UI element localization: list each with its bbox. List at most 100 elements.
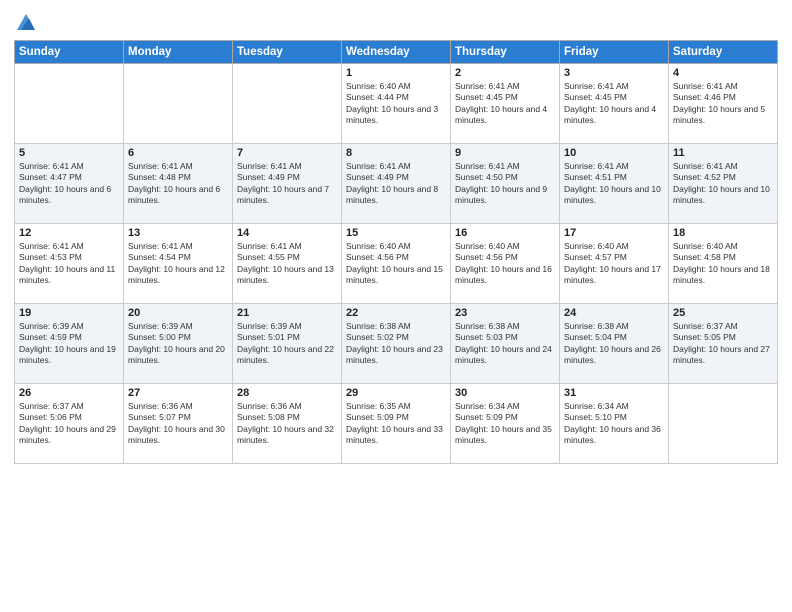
- calendar-cell: 29 Sunrise: 6:35 AM Sunset: 5:09 PM Dayli…: [342, 384, 451, 464]
- day-number: 3: [564, 67, 664, 79]
- day-number: 25: [673, 307, 773, 319]
- day-number: 12: [19, 227, 119, 239]
- calendar-cell: 7Sunrise: 6:41 AM Sunset: 4:49 PM Daylig…: [233, 144, 342, 224]
- cell-info: Sunrise: 6:41 AM Sunset: 4:46 PM Dayligh…: [673, 81, 773, 127]
- cell-info: Sunrise: 6:34 AM Sunset: 5:10 PM Dayligh…: [564, 401, 664, 447]
- day-number: 22: [346, 307, 446, 319]
- calendar-week-row: 26Sunrise: 6:37 AM Sunset: 5:06 PM Dayli…: [15, 384, 778, 464]
- day-number: 17: [564, 227, 664, 239]
- calendar-cell: 30 Sunrise: 6:34 AM Sunset: 5:09 PM Dayli…: [451, 384, 560, 464]
- cell-info: Sunrise: 6:41 AM Sunset: 4:53 PM Dayligh…: [19, 241, 119, 287]
- cell-info: Sunrise: 6:38 AM Sunset: 5:03 PM Dayligh…: [455, 321, 555, 367]
- calendar-cell: 21 Sunrise: 6:39 AM Sunset: 5:01 PM Dayli…: [233, 304, 342, 384]
- calendar-cell: 27Sunrise: 6:36 AM Sunset: 5:07 PM Dayli…: [124, 384, 233, 464]
- day-number: 2: [455, 67, 555, 79]
- logo-icon: [15, 12, 37, 32]
- day-number: 31: [564, 387, 664, 399]
- cell-info: Sunrise: 6:36 AM Sunset: 5:08 PM Dayligh…: [237, 401, 337, 447]
- cell-info: Sunrise: 6:39 AM Sunset: 4:59 PM Dayligh…: [19, 321, 119, 367]
- cell-info: Sunrise: 6:40 AM Sunset: 4:57 PM Dayligh…: [564, 241, 664, 287]
- day-number: 18: [673, 227, 773, 239]
- calendar-cell: 22 Sunrise: 6:38 AM Sunset: 5:02 PM Dayli…: [342, 304, 451, 384]
- day-number: 6: [128, 147, 228, 159]
- cell-info: Sunrise: 6:38 AM Sunset: 5:02 PM Dayligh…: [346, 321, 446, 367]
- day-number: 15: [346, 227, 446, 239]
- calendar-cell: 14 Sunrise: 6:41 AM Sunset: 4:55 PM Dayli…: [233, 224, 342, 304]
- day-number: 26: [19, 387, 119, 399]
- calendar-header-wednesday: Wednesday: [342, 41, 451, 64]
- day-number: 24: [564, 307, 664, 319]
- day-number: 10: [564, 147, 664, 159]
- calendar-cell: 19 Sunrise: 6:39 AM Sunset: 4:59 PM Dayli…: [15, 304, 124, 384]
- cell-info: Sunrise: 6:40 AM Sunset: 4:56 PM Dayligh…: [346, 241, 446, 287]
- day-number: 11: [673, 147, 773, 159]
- calendar-cell: 6 Sunrise: 6:41 AM Sunset: 4:48 PM Daylig…: [124, 144, 233, 224]
- day-number: 13: [128, 227, 228, 239]
- day-number: 21: [237, 307, 337, 319]
- cell-info: Sunrise: 6:41 AM Sunset: 4:47 PM Dayligh…: [19, 161, 119, 207]
- calendar-cell: 16 Sunrise: 6:40 AM Sunset: 4:56 PM Dayli…: [451, 224, 560, 304]
- day-number: 23: [455, 307, 555, 319]
- calendar-header-monday: Monday: [124, 41, 233, 64]
- day-number: 27: [128, 387, 228, 399]
- calendar-cell: 3Sunrise: 6:41 AM Sunset: 4:45 PM Daylig…: [560, 64, 669, 144]
- calendar-cell: 26Sunrise: 6:37 AM Sunset: 5:06 PM Dayli…: [15, 384, 124, 464]
- day-number: 14: [237, 227, 337, 239]
- cell-info: Sunrise: 6:41 AM Sunset: 4:49 PM Dayligh…: [346, 161, 446, 207]
- logo: [14, 14, 37, 32]
- cell-info: Sunrise: 6:34 AM Sunset: 5:09 PM Dayligh…: [455, 401, 555, 447]
- cell-info: Sunrise: 6:41 AM Sunset: 4:45 PM Dayligh…: [455, 81, 555, 127]
- calendar-cell: 10 Sunrise: 6:41 AM Sunset: 4:51 PM Dayli…: [560, 144, 669, 224]
- calendar-cell: 20Sunrise: 6:39 AM Sunset: 5:00 PM Dayli…: [124, 304, 233, 384]
- day-number: 5: [19, 147, 119, 159]
- cell-info: Sunrise: 6:40 AM Sunset: 4:44 PM Dayligh…: [346, 81, 446, 127]
- header: [14, 10, 778, 32]
- calendar-cell: 9 Sunrise: 6:41 AM Sunset: 4:50 PM Daylig…: [451, 144, 560, 224]
- calendar-week-row: 5 Sunrise: 6:41 AM Sunset: 4:47 PM Daylig…: [15, 144, 778, 224]
- calendar-cell: 24Sunrise: 6:38 AM Sunset: 5:04 PM Dayli…: [560, 304, 669, 384]
- calendar-cell: 17 Sunrise: 6:40 AM Sunset: 4:57 PM Dayli…: [560, 224, 669, 304]
- cell-info: Sunrise: 6:41 AM Sunset: 4:50 PM Dayligh…: [455, 161, 555, 207]
- calendar-week-row: 12 Sunrise: 6:41 AM Sunset: 4:53 PM Dayli…: [15, 224, 778, 304]
- calendar-cell: 4Sunrise: 6:41 AM Sunset: 4:46 PM Daylig…: [669, 64, 778, 144]
- calendar-cell: 18 Sunrise: 6:40 AM Sunset: 4:58 PM Dayli…: [669, 224, 778, 304]
- calendar-cell: 13 Sunrise: 6:41 AM Sunset: 4:54 PM Dayli…: [124, 224, 233, 304]
- calendar-header-sunday: Sunday: [15, 41, 124, 64]
- cell-info: Sunrise: 6:41 AM Sunset: 4:54 PM Dayligh…: [128, 241, 228, 287]
- calendar-cell: 8 Sunrise: 6:41 AM Sunset: 4:49 PM Daylig…: [342, 144, 451, 224]
- calendar-cell: 15 Sunrise: 6:40 AM Sunset: 4:56 PM Dayli…: [342, 224, 451, 304]
- day-number: 20: [128, 307, 228, 319]
- calendar-header-tuesday: Tuesday: [233, 41, 342, 64]
- day-number: 1: [346, 67, 446, 79]
- calendar-cell: [124, 64, 233, 144]
- cell-info: Sunrise: 6:40 AM Sunset: 4:56 PM Dayligh…: [455, 241, 555, 287]
- calendar-cell: 31 Sunrise: 6:34 AM Sunset: 5:10 PM Dayli…: [560, 384, 669, 464]
- calendar-week-row: 1 Sunrise: 6:40 AM Sunset: 4:44 PM Daylig…: [15, 64, 778, 144]
- cell-info: Sunrise: 6:41 AM Sunset: 4:51 PM Dayligh…: [564, 161, 664, 207]
- calendar-cell: 5 Sunrise: 6:41 AM Sunset: 4:47 PM Daylig…: [15, 144, 124, 224]
- cell-info: Sunrise: 6:40 AM Sunset: 4:58 PM Dayligh…: [673, 241, 773, 287]
- calendar-cell: [233, 64, 342, 144]
- cell-info: Sunrise: 6:41 AM Sunset: 4:55 PM Dayligh…: [237, 241, 337, 287]
- cell-info: Sunrise: 6:39 AM Sunset: 5:01 PM Dayligh…: [237, 321, 337, 367]
- calendar-cell: [669, 384, 778, 464]
- day-number: 30: [455, 387, 555, 399]
- day-number: 19: [19, 307, 119, 319]
- day-number: 16: [455, 227, 555, 239]
- day-number: 9: [455, 147, 555, 159]
- calendar-cell: 1 Sunrise: 6:40 AM Sunset: 4:44 PM Daylig…: [342, 64, 451, 144]
- day-number: 7: [237, 147, 337, 159]
- cell-info: Sunrise: 6:41 AM Sunset: 4:52 PM Dayligh…: [673, 161, 773, 207]
- calendar-cell: 28Sunrise: 6:36 AM Sunset: 5:08 PM Dayli…: [233, 384, 342, 464]
- calendar-cell: [15, 64, 124, 144]
- day-number: 8: [346, 147, 446, 159]
- cell-info: Sunrise: 6:41 AM Sunset: 4:48 PM Dayligh…: [128, 161, 228, 207]
- cell-info: Sunrise: 6:37 AM Sunset: 5:05 PM Dayligh…: [673, 321, 773, 367]
- calendar-cell: 11 Sunrise: 6:41 AM Sunset: 4:52 PM Dayli…: [669, 144, 778, 224]
- day-number: 29: [346, 387, 446, 399]
- cell-info: Sunrise: 6:35 AM Sunset: 5:09 PM Dayligh…: [346, 401, 446, 447]
- calendar-header-saturday: Saturday: [669, 41, 778, 64]
- calendar-cell: 12 Sunrise: 6:41 AM Sunset: 4:53 PM Dayli…: [15, 224, 124, 304]
- page: SundayMondayTuesdayWednesdayThursdayFrid…: [0, 0, 792, 612]
- calendar-header-friday: Friday: [560, 41, 669, 64]
